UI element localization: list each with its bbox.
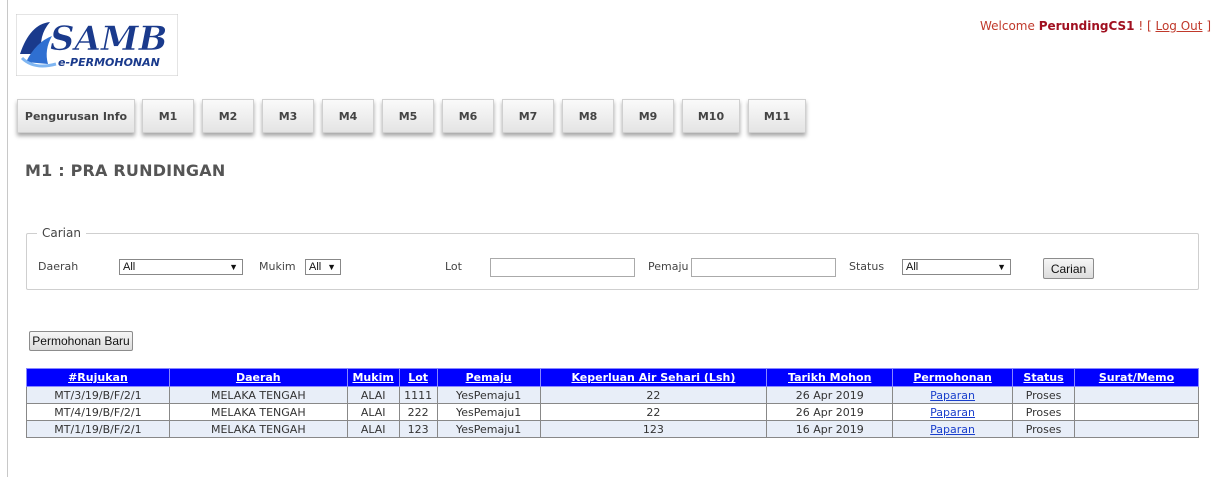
- search-legend: Carian: [37, 226, 86, 240]
- nav-m7[interactable]: M7: [502, 99, 554, 133]
- cell-permohonan: Paparan: [892, 403, 1014, 421]
- applications-table: #Rujukan Daerah Mukim Lot Pemaju Keperlu…: [26, 368, 1199, 438]
- cell-status: Proses: [1012, 403, 1076, 421]
- logo-text: SAMB: [50, 19, 167, 59]
- cell-rujukan: MT/3/19/B/F/2/1: [26, 386, 170, 404]
- table-row: MT/1/19/B/F/2/1 MELAKA TENGAH ALAI 123 Y…: [26, 420, 1199, 438]
- nav-m1[interactable]: M1: [142, 99, 194, 133]
- cell-lot: 1111: [398, 386, 438, 404]
- col-header-permohonan[interactable]: Permohonan: [892, 368, 1014, 387]
- table-header-row: #Rujukan Daerah Mukim Lot Pemaju Keperlu…: [26, 368, 1199, 387]
- nav-m5[interactable]: M5: [382, 99, 434, 133]
- cell-status: Proses: [1012, 420, 1076, 438]
- col-header-surat-memo[interactable]: Surat/Memo: [1074, 368, 1199, 387]
- col-header-mukim[interactable]: Mukim: [346, 368, 400, 387]
- cell-keperluan-air: 22: [539, 403, 768, 421]
- paparan-link[interactable]: Paparan: [930, 389, 975, 402]
- logo-subtext: e-PERMOHONAN: [58, 56, 160, 69]
- cell-tarikh-mohon: 26 Apr 2019: [766, 403, 894, 421]
- cell-lot: 222: [398, 403, 438, 421]
- daerah-label: Daerah: [38, 260, 79, 273]
- col-header-daerah[interactable]: Daerah: [168, 368, 348, 387]
- col-header-keperluan-air[interactable]: Keperluan Air Sehari (Lsh): [539, 368, 768, 387]
- paparan-link[interactable]: Paparan: [930, 423, 975, 436]
- cell-rujukan: MT/4/19/B/F/2/1: [26, 403, 170, 421]
- nav-m11[interactable]: M11: [748, 99, 806, 133]
- dropdown-arrow-icon: ▼: [229, 262, 238, 272]
- col-header-lot[interactable]: Lot: [398, 368, 438, 387]
- logout-link[interactable]: Log Out: [1155, 19, 1202, 33]
- table-row: MT/4/19/B/F/2/1 MELAKA TENGAH ALAI 222 Y…: [26, 403, 1199, 421]
- dropdown-arrow-icon: ▼: [997, 262, 1006, 272]
- cell-pemaju: YesPemaju1: [436, 386, 541, 404]
- search-button[interactable]: Carian: [1043, 258, 1094, 279]
- cell-lot: 123: [398, 420, 438, 438]
- daerah-select[interactable]: All ▼: [119, 259, 243, 275]
- pemaju-input[interactable]: [691, 258, 836, 277]
- cell-mukim: ALAI: [346, 420, 400, 438]
- nav-m9[interactable]: M9: [622, 99, 674, 133]
- cell-surat-memo: [1074, 386, 1199, 404]
- samb-logo: SAMB e-PERMOHONAN: [15, 13, 179, 77]
- cell-surat-memo: [1074, 403, 1199, 421]
- cell-keperluan-air: 22: [539, 386, 768, 404]
- cell-mukim: ALAI: [346, 386, 400, 404]
- pemaju-label: Pemaju: [648, 260, 689, 273]
- nav-m3[interactable]: M3: [262, 99, 314, 133]
- cell-daerah: MELAKA TENGAH: [168, 403, 348, 421]
- cell-pemaju: YesPemaju1: [436, 420, 541, 438]
- cell-permohonan: Paparan: [892, 420, 1014, 438]
- table-row: MT/3/19/B/F/2/1 MELAKA TENGAH ALAI 1111 …: [26, 386, 1199, 404]
- cell-keperluan-air: 123: [539, 420, 768, 438]
- daerah-select-value: All: [123, 261, 136, 273]
- mukim-select[interactable]: All ▼: [305, 259, 341, 275]
- page-title: M1 : PRA RUNDINGAN: [25, 161, 226, 180]
- nav-m6[interactable]: M6: [442, 99, 494, 133]
- nav-m4[interactable]: M4: [322, 99, 374, 133]
- cell-mukim: ALAI: [346, 403, 400, 421]
- cell-pemaju: YesPemaju1: [436, 403, 541, 421]
- username: PerundingCS1: [1038, 19, 1135, 33]
- cell-permohonan: Paparan: [892, 386, 1014, 404]
- col-header-status[interactable]: Status: [1012, 368, 1076, 387]
- welcome-bar: Welcome PerundingCS1 ! [ Log Out ]: [980, 19, 1211, 33]
- paparan-link[interactable]: Paparan: [930, 406, 975, 419]
- lot-input[interactable]: [490, 258, 635, 277]
- nav-m10[interactable]: M10: [682, 99, 740, 133]
- mukim-select-value: All: [309, 261, 322, 273]
- status-select-value: All: [906, 261, 919, 273]
- nav-m8[interactable]: M8: [562, 99, 614, 133]
- col-header-rujukan[interactable]: #Rujukan: [26, 368, 170, 387]
- cell-status: Proses: [1012, 386, 1076, 404]
- cell-surat-memo: [1074, 420, 1199, 438]
- window-border: [7, 0, 8, 477]
- cell-rujukan: MT/1/19/B/F/2/1: [26, 420, 170, 438]
- new-application-button[interactable]: Permohonan Baru: [29, 331, 133, 351]
- cell-daerah: MELAKA TENGAH: [168, 386, 348, 404]
- status-label: Status: [849, 260, 885, 273]
- status-select[interactable]: All ▼: [902, 259, 1011, 275]
- dropdown-arrow-icon: ▼: [327, 262, 336, 272]
- lot-label: Lot: [445, 260, 462, 273]
- welcome-close-bracket: ]: [1206, 19, 1211, 33]
- col-header-tarikh-mohon[interactable]: Tarikh Mohon: [766, 368, 894, 387]
- nav-m2[interactable]: M2: [202, 99, 254, 133]
- mukim-label: Mukim: [259, 260, 296, 273]
- welcome-separator: ! [: [1138, 19, 1152, 33]
- cell-daerah: MELAKA TENGAH: [168, 420, 348, 438]
- welcome-prefix: Welcome: [979, 19, 1035, 33]
- nav-pengurusan-info[interactable]: Pengurusan Info: [17, 99, 135, 133]
- col-header-pemaju[interactable]: Pemaju: [436, 368, 541, 387]
- cell-tarikh-mohon: 26 Apr 2019: [766, 386, 894, 404]
- cell-tarikh-mohon: 16 Apr 2019: [766, 420, 894, 438]
